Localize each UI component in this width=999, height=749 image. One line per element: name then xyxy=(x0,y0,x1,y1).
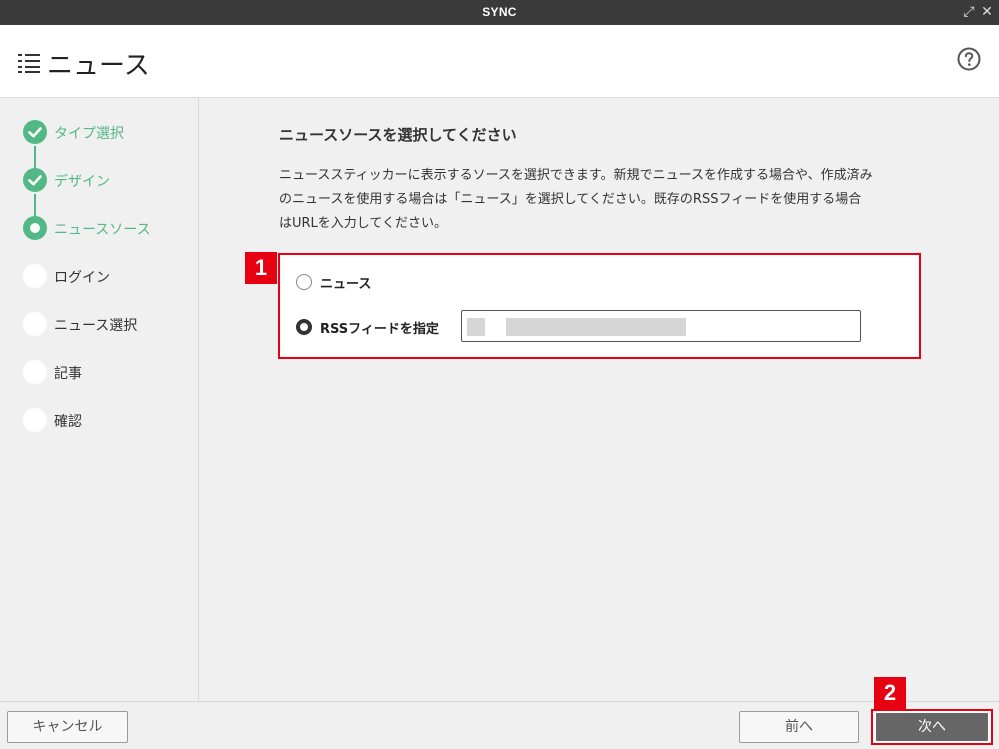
window-title: SYNC xyxy=(482,5,517,19)
check-icon xyxy=(23,120,47,144)
news-radio[interactable] xyxy=(296,274,312,290)
annotation-badge-2: 2 xyxy=(874,677,906,709)
step-label: タイプ選択 xyxy=(54,126,124,142)
step-confirm: 確認 xyxy=(0,407,199,433)
footer: キャンセル 前へ 次へ xyxy=(0,701,999,749)
step-label: 記事 xyxy=(54,366,82,382)
option-rss[interactable]: RSSフィードを指定 xyxy=(296,317,439,337)
check-icon xyxy=(23,168,47,192)
description-line: のニュースを使用する場合は「ニュース」を選択してください。既存のRSSフィードを… xyxy=(279,192,862,207)
help-icon[interactable] xyxy=(957,47,981,71)
prev-button[interactable]: 前へ xyxy=(739,711,859,743)
step-label: デザイン xyxy=(54,174,110,190)
option-label: RSSフィードを指定 xyxy=(320,321,439,337)
step-design: デザイン xyxy=(0,167,199,193)
step-label: ニュースソース xyxy=(54,222,151,238)
option-news[interactable]: ニュース xyxy=(296,272,371,292)
list-icon xyxy=(18,54,40,73)
step-login: ログイン xyxy=(0,263,199,289)
source-options-panel: ニュース RSSフィードを指定 xyxy=(278,253,921,359)
option-label: ニュース xyxy=(320,276,372,292)
step-type-select: タイプ選択 xyxy=(0,119,199,145)
rss-url-input[interactable] xyxy=(461,310,861,342)
page-title: ニュース xyxy=(47,51,150,81)
description-line: ニューススティッカーに表示するソースを選択できます。新規でニュースを作成する場合… xyxy=(279,168,873,183)
expand-icon[interactable]: ⤢ xyxy=(961,3,977,21)
step-label: ログイン xyxy=(54,270,110,286)
step-news-select: ニュース選択 xyxy=(0,311,199,337)
main-content: ニュースソースを選択してください ニューススティッカーに表示するソースを選択でき… xyxy=(200,98,999,701)
annotation-badge-1: 1 xyxy=(245,252,277,284)
rss-radio[interactable] xyxy=(296,319,312,335)
description-line: はURLを入力してください。 xyxy=(279,216,448,231)
next-button-highlight: 次へ xyxy=(871,709,993,745)
pending-step-icon xyxy=(23,360,47,384)
step-article: 記事 xyxy=(0,359,199,385)
step-label: 確認 xyxy=(54,414,82,430)
step-news-source: ニュースソース xyxy=(0,215,199,241)
next-button[interactable]: 次へ xyxy=(876,713,988,741)
step-label: ニュース選択 xyxy=(54,318,138,334)
section-title: ニュースソースを選択してください xyxy=(279,126,517,144)
redacted-url xyxy=(506,318,686,336)
pending-step-icon xyxy=(23,312,47,336)
step-sidebar: タイプ選択 デザイン ニュースソース ログイン ニュース選択 記事 確認 xyxy=(0,98,199,701)
pending-step-icon xyxy=(23,264,47,288)
close-icon[interactable]: ✕ xyxy=(979,3,995,21)
description: ニューススティッカーに表示するソースを選択できます。新規でニュースを作成する場合… xyxy=(279,164,945,236)
pending-step-icon xyxy=(23,408,47,432)
title-bar: SYNC ⤢ ✕ xyxy=(0,0,999,25)
redacted-url xyxy=(467,318,485,336)
cancel-button[interactable]: キャンセル xyxy=(7,711,128,743)
page-header: ニュース xyxy=(0,25,999,98)
current-step-icon xyxy=(23,216,47,240)
